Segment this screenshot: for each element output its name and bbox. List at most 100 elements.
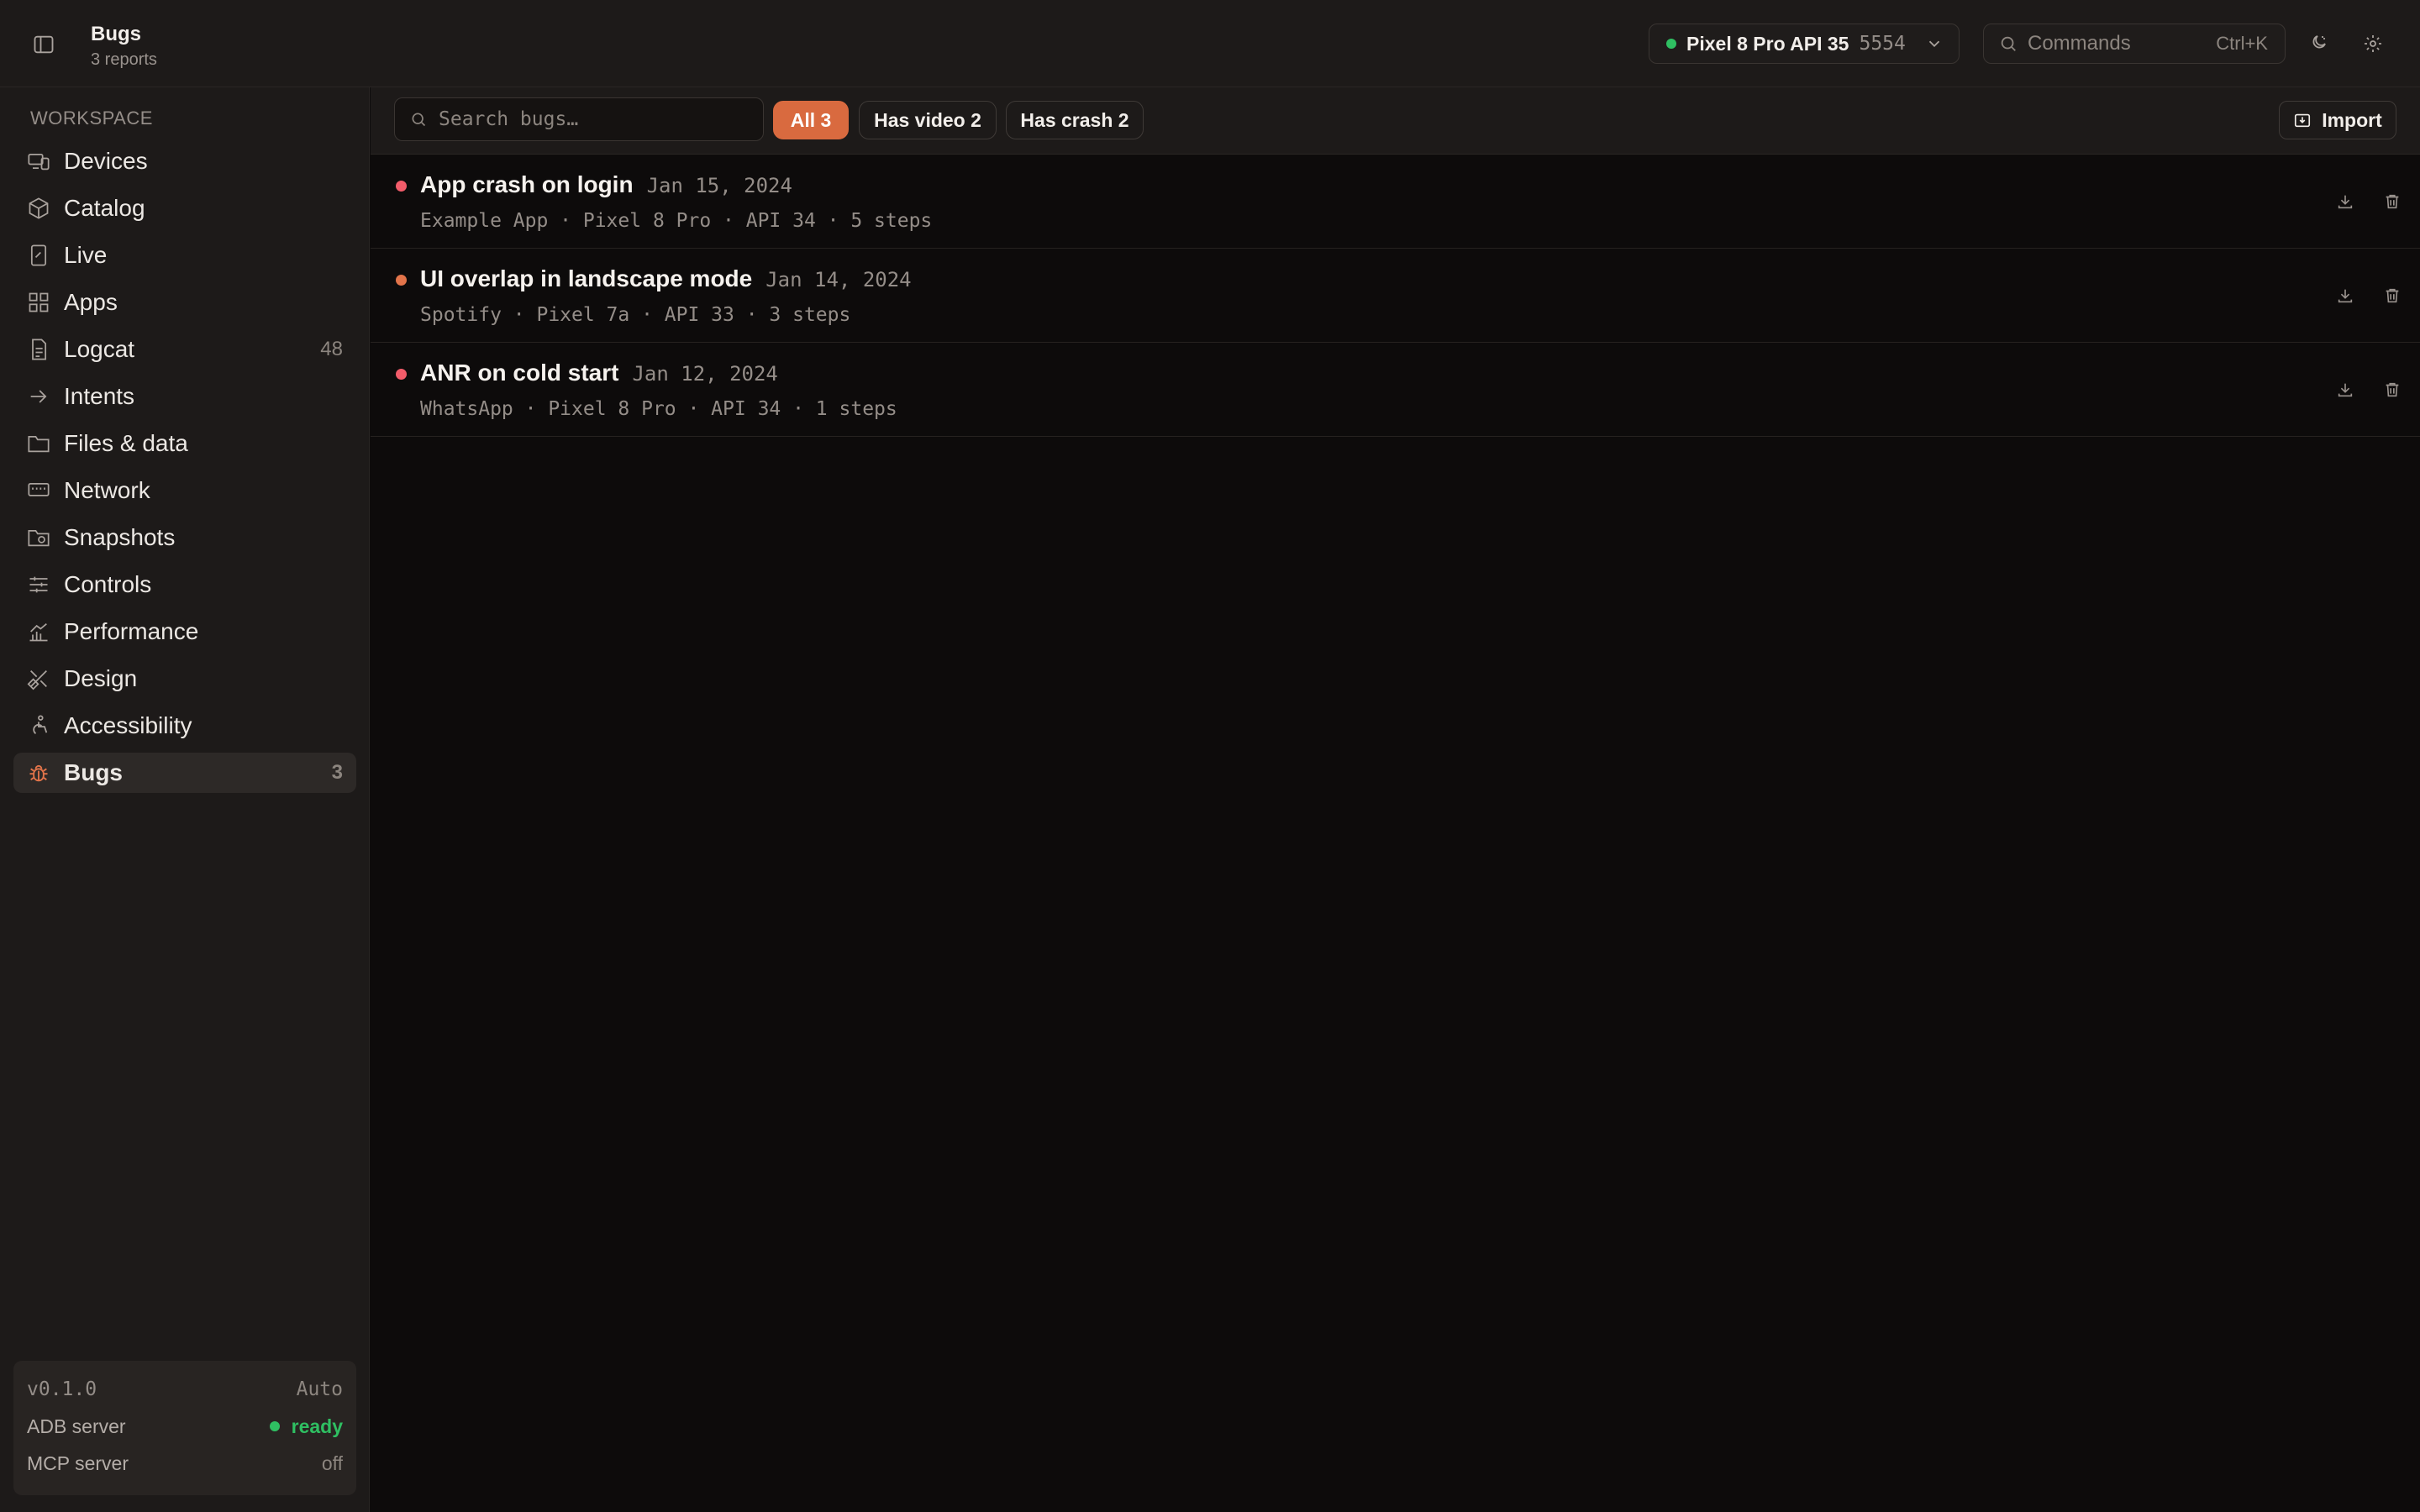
sidebar-item-label: Performance (64, 618, 199, 644)
arrow-right-icon (27, 385, 50, 408)
sidebar-item-performance[interactable]: Performance (13, 612, 356, 652)
bug-meta: WhatsApp · Pixel 8 Pro · API 34 · 1 step… (420, 398, 897, 420)
sidebar-item-files-data[interactable]: Files & data (13, 423, 356, 464)
chevron-down-icon (1925, 34, 1944, 53)
trash-icon[interactable] (2375, 185, 2409, 218)
page-title-block: Bugs 3 reports (91, 22, 157, 71)
adb-server-status: ready (269, 1415, 343, 1438)
theme-mode-value[interactable]: Auto (297, 1378, 343, 1400)
folder-icon (27, 432, 50, 455)
sidebar-item-label: Logcat (64, 336, 135, 362)
bug-row[interactable]: App crash on login Jan 15, 2024 Example … (371, 155, 2420, 249)
gear-icon[interactable] (2356, 27, 2390, 60)
trash-icon[interactable] (2375, 279, 2409, 312)
folder-clock-icon (27, 526, 50, 549)
bug-title: App crash on login (420, 171, 634, 197)
trash-icon[interactable] (2375, 373, 2409, 407)
adb-server-label: ADB server (27, 1415, 126, 1437)
sidebar-item-controls[interactable]: Controls (13, 564, 356, 605)
filter-all-chip[interactable]: All 3 (773, 101, 849, 139)
device-status-dot (1666, 39, 1676, 49)
sidebar-section-label: WORKSPACE (30, 108, 153, 129)
sidebar-item-badge: 48 (320, 338, 343, 360)
bug-row[interactable]: UI overlap in landscape mode Jan 14, 202… (371, 249, 2420, 343)
device-selector[interactable]: Pixel 8 Pro API 35 5554 (1649, 24, 1960, 64)
search-icon (1999, 34, 2018, 53)
sidebar-toggle-icon[interactable] (27, 29, 60, 60)
log-file-icon (27, 338, 50, 361)
page-title: Bugs (91, 23, 141, 45)
import-button-label: Import (2322, 108, 2382, 131)
sidebar-item-logcat[interactable]: Logcat 48 (13, 329, 356, 370)
bug-meta: Example App · Pixel 8 Pro · API 34 · 5 s… (420, 210, 933, 232)
devices-icon (27, 150, 50, 173)
sidebar-item-accessibility[interactable]: Accessibility (13, 706, 356, 746)
sidebar-item-snapshots[interactable]: Snapshots (13, 517, 356, 558)
bug-meta: Spotify · Pixel 7a · API 33 · 3 steps (420, 304, 851, 326)
bug-icon (27, 761, 50, 785)
sidebar-item-label: Network (64, 477, 150, 503)
sidebar-item-bugs[interactable]: Bugs 3 (13, 753, 356, 793)
sidebar-item-label: Live (64, 242, 108, 268)
device-name: Pixel 8 Pro API 35 (1686, 32, 1849, 55)
version-row: v0.1.0 Auto (27, 1371, 343, 1408)
top-bar: Bugs 3 reports Pixel 8 Pro API 35 5554 C… (0, 0, 2420, 87)
chart-icon (27, 620, 50, 643)
bug-date: Jan 15, 2024 (646, 174, 792, 197)
import-icon (2293, 111, 2312, 129)
sidebar-item-label: Bugs (64, 759, 123, 785)
apps-grid-icon (27, 291, 50, 314)
design-tools-icon (27, 667, 50, 690)
accessibility-icon (27, 714, 50, 738)
bug-date: Jan 12, 2024 (632, 362, 778, 386)
download-icon[interactable] (2328, 185, 2362, 218)
bug-title-line: ANR on cold start Jan 12, 2024 (420, 360, 778, 386)
sidebar-item-devices[interactable]: Devices (13, 141, 356, 181)
sidebar: WORKSPACE Devices Catalog Live Apps Logc… (0, 87, 370, 1512)
sidebar-nav: Devices Catalog Live Apps Logcat 48 Inte… (13, 141, 356, 800)
adb-server-value: ready (291, 1415, 343, 1437)
filter-has-crash-chip[interactable]: Has crash 2 (1006, 101, 1144, 139)
sidebar-item-live[interactable]: Live (13, 235, 356, 276)
sidebar-item-apps[interactable]: Apps (13, 282, 356, 323)
sidebar-item-catalog[interactable]: Catalog (13, 188, 356, 228)
ethernet-icon (27, 479, 50, 502)
adb-server-row: ADB server ready (27, 1408, 343, 1445)
sidebar-item-label: Snapshots (64, 524, 176, 550)
bug-list: App crash on login Jan 15, 2024 Example … (371, 155, 2420, 437)
mcp-server-value: off (321, 1452, 343, 1474)
search-input[interactable] (439, 108, 741, 130)
sidebar-item-label: Files & data (64, 430, 188, 456)
command-palette-button[interactable]: Commands Ctrl+K (1983, 24, 2286, 64)
device-port: 5554 (1859, 33, 1906, 55)
version-label: v0.1.0 (27, 1378, 97, 1400)
sidebar-item-label: Devices (64, 148, 148, 174)
theme-toggle-icon[interactable] (2301, 27, 2334, 60)
box-icon (27, 197, 50, 220)
sidebar-item-intents[interactable]: Intents (13, 376, 356, 417)
import-button[interactable]: Import (2279, 101, 2396, 139)
bugs-toolbar: All 3 Has video 2 Has crash 2 Import (371, 87, 2420, 155)
sliders-icon (27, 573, 50, 596)
command-palette-shortcut: Ctrl+K (2216, 33, 2268, 54)
bug-row[interactable]: ANR on cold start Jan 12, 2024 WhatsApp … (371, 343, 2420, 437)
sidebar-item-label: Accessibility (64, 712, 192, 738)
bug-title: ANR on cold start (420, 360, 619, 386)
command-palette-placeholder: Commands (2028, 32, 2131, 55)
download-icon[interactable] (2328, 373, 2362, 407)
page-subtitle: 3 reports (91, 50, 157, 69)
sidebar-item-network[interactable]: Network (13, 470, 356, 511)
severity-dot (396, 275, 407, 286)
bug-date: Jan 14, 2024 (765, 268, 912, 291)
sidebar-item-design[interactable]: Design (13, 659, 356, 699)
bug-title: UI overlap in landscape mode (420, 265, 753, 291)
sidebar-item-label: Controls (64, 571, 152, 597)
adb-status-dot (269, 1421, 280, 1431)
sidebar-item-badge: 3 (331, 761, 343, 784)
search-field[interactable] (394, 97, 764, 141)
bug-title-line: App crash on login Jan 15, 2024 (420, 171, 792, 198)
sidebar-item-label: Intents (64, 383, 135, 409)
severity-dot (396, 181, 407, 192)
filter-has-video-chip[interactable]: Has video 2 (859, 101, 997, 139)
download-icon[interactable] (2328, 279, 2362, 312)
